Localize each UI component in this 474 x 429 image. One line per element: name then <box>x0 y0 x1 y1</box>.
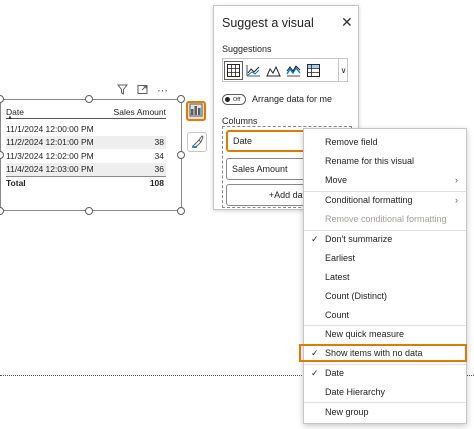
area-chart-icon[interactable] <box>264 61 283 80</box>
line-chart-icon[interactable] <box>244 61 263 80</box>
menu-item-conditional-formatting[interactable]: Conditional formatting › <box>304 191 466 209</box>
filter-icon[interactable] <box>116 84 129 98</box>
arrange-data-label: Arrange data for me <box>252 94 333 104</box>
visual-header-toolbar: ⋯ <box>116 84 168 98</box>
menu-item-label: Remove conditional formatting <box>325 214 447 224</box>
sort-ascending-icon: ▲ <box>7 115 13 121</box>
menu-item-date[interactable]: ✓ Date <box>304 364 466 382</box>
menu-item-show-items-no-data[interactable]: ✓ Show items with no data <box>299 344 467 362</box>
chevron-right-icon: › <box>455 175 458 185</box>
menu-item-label: Show items with no data <box>325 348 423 358</box>
suggestions-label: Suggestions <box>222 44 272 54</box>
arrange-data-toggle[interactable]: Off <box>222 94 246 105</box>
cell-amount: 34 <box>154 150 164 161</box>
menu-item-count-distinct[interactable]: Count (Distinct) <box>304 287 466 305</box>
resize-handle[interactable] <box>85 95 93 103</box>
menu-item-move[interactable]: Move › <box>304 171 466 189</box>
menu-item-label: New group <box>325 407 369 417</box>
cell-amount: 36 <box>154 164 164 175</box>
field-context-menu: Remove field Rename for this visual Move… <box>299 128 467 424</box>
table-row: 11/2/2024 12:01:00 PM 38 <box>6 135 166 149</box>
menu-item-label: Latest <box>325 272 350 282</box>
menu-item-new-quick-measure[interactable]: New quick measure <box>304 325 466 343</box>
resize-handle[interactable] <box>0 207 4 215</box>
cell-date: 11/1/2024 12:00:00 PM <box>6 123 94 134</box>
menu-item-remove-conditional-formatting: Remove conditional formatting <box>304 210 466 228</box>
menu-item-latest[interactable]: Latest <box>304 268 466 286</box>
table-row: 11/4/2024 12:03:00 PM 36 <box>6 162 166 176</box>
table-total-row: Total 108 <box>6 176 166 190</box>
build-visual-icon <box>189 103 203 119</box>
total-label: Total <box>6 178 26 189</box>
total-value: 108 <box>149 178 164 189</box>
menu-item-new-group[interactable]: New group <box>304 403 466 421</box>
cell-date: 11/2/2024 12:01:00 PM <box>6 137 94 148</box>
resize-handle[interactable] <box>177 207 185 215</box>
columns-label: Columns <box>222 116 258 126</box>
table-row: 11/1/2024 12:00:00 PM <box>6 122 166 136</box>
menu-item-label: Rename for this visual <box>325 156 415 166</box>
table-header: Date Sales Amount <box>6 105 166 119</box>
table-visual-icon[interactable] <box>224 60 243 80</box>
paintbrush-icon <box>191 134 204 150</box>
menu-item-label: Count (Distinct) <box>325 291 388 301</box>
menu-item-label: Count <box>325 310 350 320</box>
panel-title: Suggest a visual <box>222 16 314 30</box>
menu-item-rename[interactable]: Rename for this visual <box>304 152 466 170</box>
menu-item-label: Move <box>325 175 348 185</box>
menu-item-dont-summarize[interactable]: ✓ Don't summarize <box>304 230 466 248</box>
cell-date: 11/3/2024 12:02:00 PM <box>6 150 94 161</box>
menu-item-label: New quick measure <box>325 329 405 339</box>
column-header-sales-amount[interactable]: Sales Amount <box>114 107 166 117</box>
resize-handle[interactable] <box>177 151 185 159</box>
suggested-visuals-strip: ∨ <box>222 58 348 82</box>
cell-amount: 38 <box>154 137 164 148</box>
cell-date: 11/4/2024 12:03:00 PM <box>6 164 94 175</box>
table-row: 11/3/2024 12:02:00 PM 34 <box>6 149 166 163</box>
menu-item-date-hierarchy[interactable]: Date Hierarchy <box>304 383 466 401</box>
menu-item-label: Earliest <box>325 253 356 263</box>
checkmark-icon: ✓ <box>311 367 319 378</box>
resize-handle[interactable] <box>177 95 185 103</box>
menu-item-label: Don't summarize <box>325 234 393 244</box>
chevron-right-icon: › <box>455 195 458 205</box>
resize-handle[interactable] <box>85 207 93 215</box>
menu-item-label: Remove field <box>325 137 378 147</box>
menu-item-label: Date <box>325 368 345 378</box>
more-visuals-chevron-icon[interactable]: ∨ <box>338 59 348 81</box>
focus-mode-icon[interactable] <box>137 84 148 98</box>
field-pill-label: Date <box>233 136 253 146</box>
menu-item-remove-field[interactable]: Remove field <box>304 133 466 151</box>
toggle-knob <box>225 97 230 102</box>
checkmark-icon: ✓ <box>311 347 319 358</box>
format-visual-button[interactable] <box>187 132 207 152</box>
build-visual-button[interactable] <box>186 101 206 121</box>
close-icon[interactable]: ✕ <box>341 14 353 31</box>
toggle-state-text: Off <box>233 96 241 103</box>
checkmark-icon: ✓ <box>311 233 319 244</box>
matrix-visual-icon[interactable] <box>304 61 323 80</box>
data-table: Date Sales Amount ▲ 11/1/2024 12:00:00 P… <box>6 105 166 190</box>
menu-item-count[interactable]: Count <box>304 306 466 324</box>
menu-item-earliest[interactable]: Earliest <box>304 249 466 267</box>
field-pill-label: Sales Amount <box>232 164 288 174</box>
ribbon-chart-icon[interactable] <box>284 61 303 80</box>
menu-item-label: Date Hierarchy <box>325 387 386 397</box>
more-options-icon[interactable]: ⋯ <box>157 84 168 98</box>
menu-item-label: Conditional formatting <box>325 195 413 205</box>
add-data-label: +Add dat <box>268 190 306 200</box>
